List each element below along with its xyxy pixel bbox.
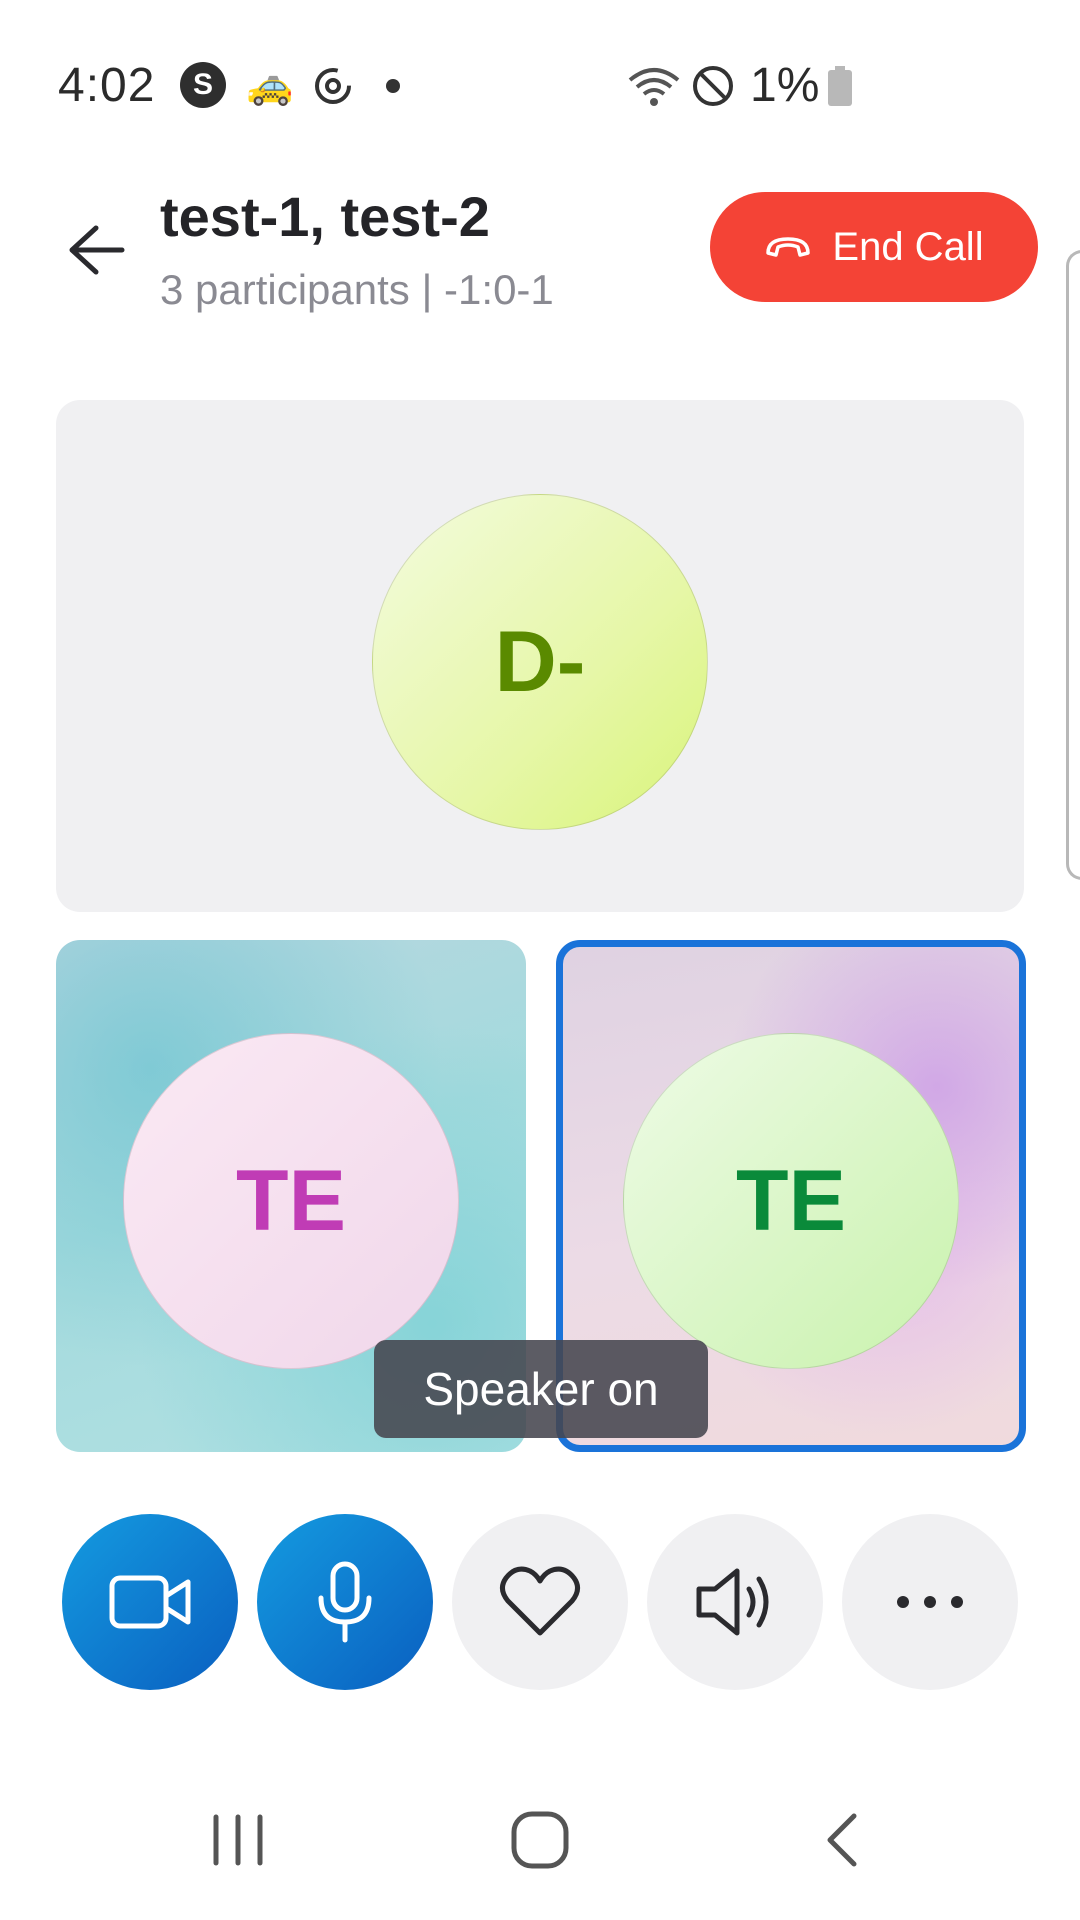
wifi-icon — [624, 62, 684, 110]
recents-icon — [213, 1814, 263, 1866]
home-button[interactable] — [480, 1800, 600, 1880]
status-time: 4:02 — [58, 59, 156, 112]
hang-up-icon — [764, 233, 812, 261]
taxi-icon: 🚕 — [246, 65, 294, 107]
notification-dot-icon — [386, 79, 400, 93]
speaker-icon — [696, 1568, 769, 1636]
arrow-left-icon — [69, 225, 125, 275]
status-bar: 4:02 S 🚕 1% — [0, 0, 1080, 170]
chevron-left-icon — [827, 1813, 857, 1867]
skype-icon: S — [180, 62, 226, 108]
participant-tile[interactable]: D- — [56, 400, 1024, 912]
more-options-button[interactable] — [842, 1514, 1018, 1690]
microphone-toggle-button[interactable] — [257, 1514, 433, 1690]
battery-level: 1% — [750, 59, 820, 112]
video-toggle-button[interactable] — [62, 1514, 238, 1690]
more-icon — [897, 1596, 963, 1608]
do-not-disturb-icon — [690, 62, 736, 110]
battery-icon — [826, 62, 854, 110]
call-subtitle: 3 participants | -1:0-1 — [160, 266, 554, 313]
heart-icon — [500, 1566, 580, 1636]
reactions-button[interactable] — [452, 1514, 628, 1690]
back-button[interactable] — [56, 210, 136, 290]
recent-apps-button[interactable] — [178, 1800, 298, 1880]
sync-icon — [310, 62, 356, 110]
call-title: test-1, test-2 — [160, 185, 490, 248]
participant-avatar: D- — [372, 494, 708, 830]
video-camera-icon — [109, 1575, 191, 1629]
home-icon — [511, 1811, 569, 1869]
end-call-label: End Call — [832, 224, 984, 269]
toast-message: Speaker on — [374, 1340, 708, 1438]
end-call-button[interactable]: End Call — [710, 192, 1038, 302]
participant-avatar: TE — [623, 1033, 959, 1369]
system-back-button[interactable] — [782, 1800, 902, 1880]
speaker-toggle-button[interactable] — [647, 1514, 823, 1690]
side-panel-handle[interactable] — [1066, 250, 1080, 880]
participant-avatar: TE — [123, 1033, 459, 1369]
microphone-icon — [318, 1561, 372, 1643]
